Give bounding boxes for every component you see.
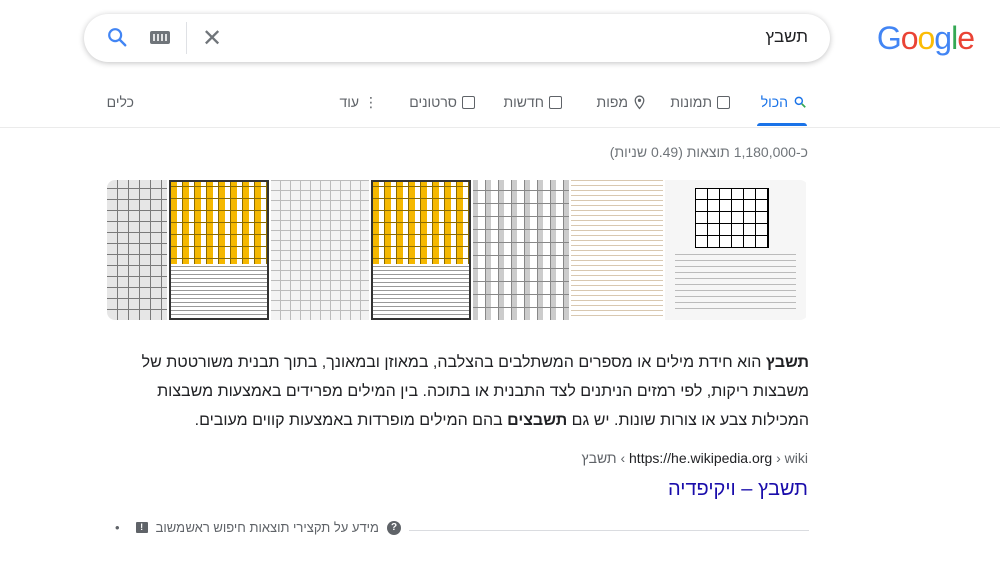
about-label: מידע על תקצירי תוצאות חיפוש ראשונות [164,520,379,535]
image-thumbnail[interactable] [665,180,806,320]
featured-snippet: תשבץ הוא חידת מילים או מספרים המשתלבים ב… [107,348,809,435]
crossword-grid [695,188,769,248]
feedback-link[interactable]: משוב [156,520,185,535]
logo-letter: e [957,20,975,56]
news-icon [549,95,562,109]
snippet-term-plural: תשבצים [507,412,568,429]
logo-letter: g [934,20,952,56]
active-tab-indicator [757,123,807,126]
feedback-icon: ! [135,522,148,533]
more-vert-icon: ⋮ [364,94,378,110]
close-icon[interactable]: ✕ [202,24,222,53]
search-box[interactable]: תשבץ ✕ [84,14,830,62]
search-icon [794,96,806,108]
image-thumbnail[interactable] [107,180,167,320]
image-icon [717,95,730,109]
tab-more[interactable]: ⋮ עוד [339,94,378,110]
result-title-link[interactable]: תשבץ – ויקיפדיה [668,478,808,501]
image-thumbnail[interactable] [271,180,369,320]
snippet-term: תשבץ [765,354,809,371]
logo-letter: o [900,20,919,56]
tab-tools[interactable]: כלים [107,94,134,110]
tab-label: הכול [760,94,788,110]
tab-label: חדשות [503,94,544,110]
image-strip[interactable] [107,180,808,320]
tab-images[interactable]: תמונות [670,94,730,110]
keyboard-icon[interactable] [150,31,170,44]
image-thumbnail[interactable] [169,180,269,320]
tab-all[interactable]: הכול [761,94,807,110]
google-logo[interactable]: Google [876,20,975,57]
result-cite[interactable]: https://he.wikipedia.org › wiki › תשבץ [582,450,808,466]
video-icon [462,95,475,109]
result-stats: כ-1,180,000 תוצאות (0.49 שניות) [609,144,808,160]
tab-label: מפות [596,94,628,110]
about-row: ? מידע על תקצירי תוצאות חיפוש ראשונות מש… [107,520,809,540]
image-thumbnail[interactable] [473,180,569,320]
search-input[interactable]: תשבץ [765,27,808,47]
map-pin-icon [634,94,645,109]
cite-url: https://he.wikipedia.org [629,450,773,466]
about-snippets-link[interactable]: ? מידע על תקצירי תוצאות חיפוש ראשונות [156,520,409,535]
help-icon: ? [387,520,401,535]
feedback-group: משוב ! • [107,520,186,535]
logo-letter: G [876,20,902,56]
image-thumbnail[interactable] [371,180,471,320]
divider [186,22,187,54]
snippet-text: בהם המילים מופרדות באמצעות קווים מעובים. [194,412,508,429]
logo-letter: o [917,20,936,56]
search-icon[interactable] [106,26,128,48]
tab-bar: הכול תמונות מפות חדשות סרטונים ⋮ עוד כלי… [0,78,1000,128]
tab-label: כלים [106,94,134,110]
tab-videos[interactable]: סרטונים [409,94,475,110]
clue-text [675,254,796,314]
tab-label: תמונות [670,94,712,110]
tab-maps[interactable]: מפות [597,94,646,110]
tab-news[interactable]: חדשות [503,94,562,110]
tab-label: סרטונים [409,94,457,110]
image-thumbnail[interactable] [571,180,663,320]
tab-label: עוד [339,94,359,110]
separator-dot: • [115,520,120,535]
